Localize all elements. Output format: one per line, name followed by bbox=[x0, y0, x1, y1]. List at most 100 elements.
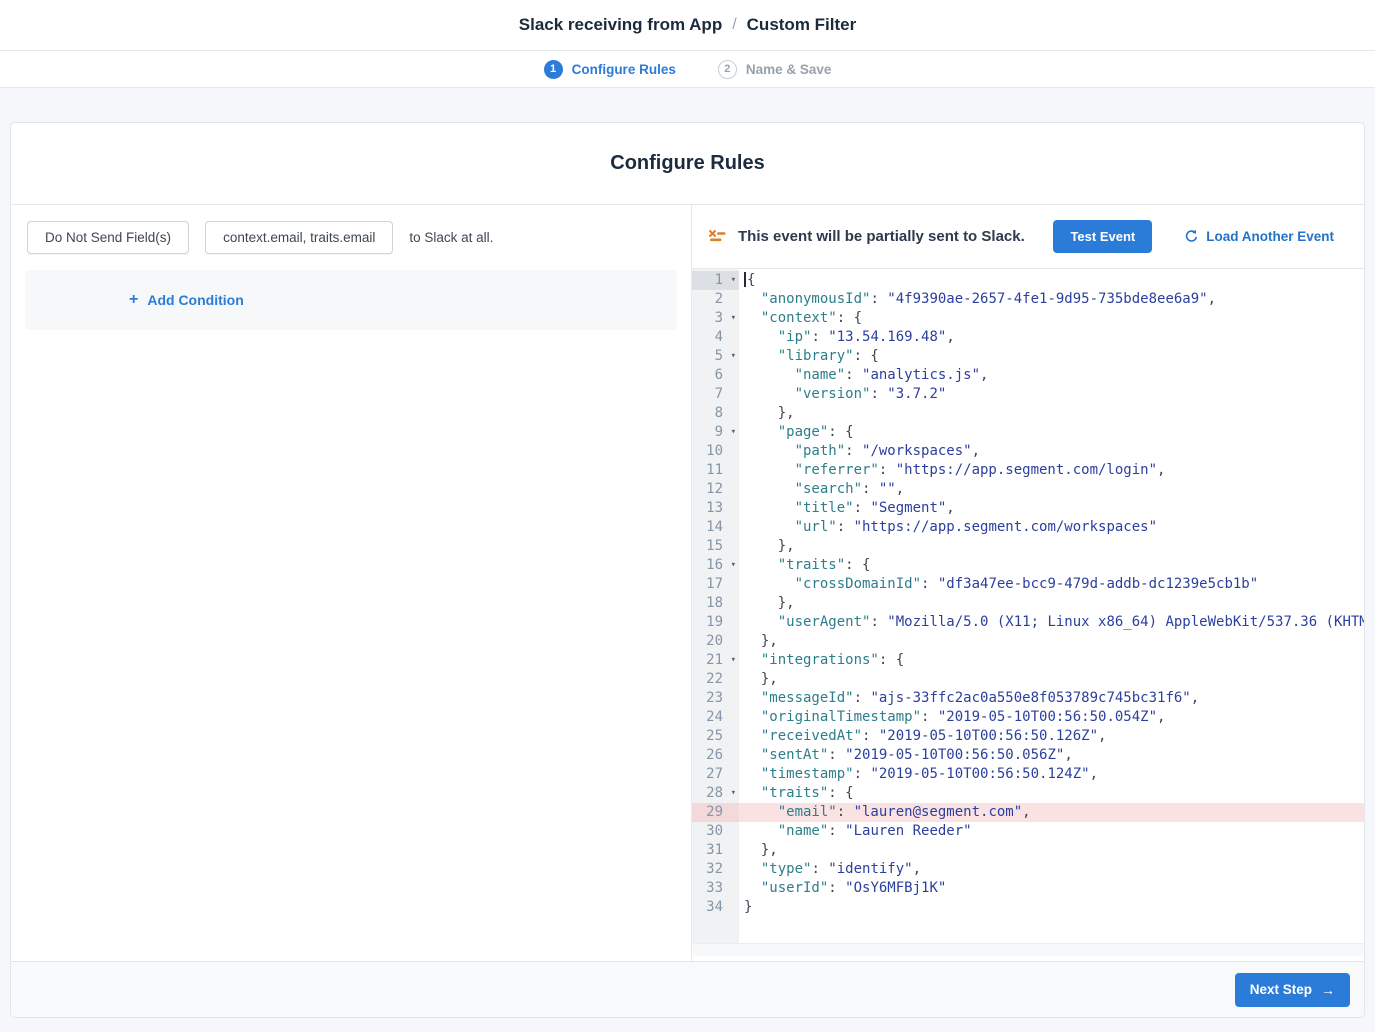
editor-line-24[interactable]: 24 "originalTimestamp": "2019-05-10T00:5… bbox=[692, 708, 1364, 727]
fold-arrow-icon[interactable]: ▾ bbox=[731, 423, 736, 442]
line-number: 23 bbox=[692, 689, 739, 708]
code-content: "type": "identify", bbox=[739, 860, 1364, 879]
code-content: "userAgent": "Mozilla/5.0 (X11; Linux x8… bbox=[739, 613, 1364, 632]
editor-line-31[interactable]: 31 }, bbox=[692, 841, 1364, 860]
code-content: "referrer": "https://app.segment.com/log… bbox=[739, 461, 1364, 480]
line-number: 15 bbox=[692, 537, 739, 556]
code-content: "userId": "OsY6MFBj1K" bbox=[739, 879, 1364, 898]
editor-line-11[interactable]: 11 "referrer": "https://app.segment.com/… bbox=[692, 461, 1364, 480]
line-number: 31 bbox=[692, 841, 739, 860]
fields-selector[interactable]: context.email, traits.email bbox=[205, 221, 393, 254]
editor-line-12[interactable]: 12 "search": "", bbox=[692, 480, 1364, 499]
line-number: 8 bbox=[692, 404, 739, 423]
next-step-button[interactable]: Next Step → bbox=[1235, 973, 1350, 1007]
editor-line-16[interactable]: 16▾ "traits": { bbox=[692, 556, 1364, 575]
editor-line-3[interactable]: 3▾ "context": { bbox=[692, 309, 1364, 328]
line-number: 19 bbox=[692, 613, 739, 632]
editor-line-33[interactable]: 33 "userId": "OsY6MFBj1K" bbox=[692, 879, 1364, 898]
rule-row: Do Not Send Field(s) context.email, trai… bbox=[27, 221, 675, 254]
json-editor[interactable]: 1▾{2 "anonymousId": "4f9390ae-2657-4fe1-… bbox=[692, 268, 1364, 943]
line-number: 4 bbox=[692, 328, 739, 347]
load-another-event-link[interactable]: Load Another Event bbox=[1184, 229, 1334, 244]
step-name-save[interactable]: 2 Name & Save bbox=[718, 60, 832, 79]
line-number: 30 bbox=[692, 822, 739, 841]
editor-line-29[interactable]: 29 "email": "lauren@segment.com", bbox=[692, 803, 1364, 822]
code-content: "ip": "13.54.169.48", bbox=[739, 328, 1364, 347]
code-content: "integrations": { bbox=[739, 651, 1364, 670]
add-condition-box: + Add Condition bbox=[25, 270, 677, 330]
line-number: 26 bbox=[692, 746, 739, 765]
editor-line-25[interactable]: 25 "receivedAt": "2019-05-10T00:56:50.12… bbox=[692, 727, 1364, 746]
rules-panel: Do Not Send Field(s) context.email, trai… bbox=[11, 205, 691, 961]
code-content: "name": "Lauren Reeder" bbox=[739, 822, 1364, 841]
line-number: 18 bbox=[692, 594, 739, 613]
code-content: "timestamp": "2019-05-10T00:56:50.124Z", bbox=[739, 765, 1364, 784]
editor-line-4[interactable]: 4 "ip": "13.54.169.48", bbox=[692, 328, 1364, 347]
fold-arrow-icon[interactable]: ▾ bbox=[731, 347, 736, 366]
event-status-message: This event will be partially sent to Sla… bbox=[738, 228, 1025, 245]
test-event-button[interactable]: Test Event bbox=[1053, 220, 1152, 253]
plus-icon: + bbox=[129, 292, 138, 308]
fold-arrow-icon[interactable]: ▾ bbox=[731, 309, 736, 328]
editor-line-26[interactable]: 26 "sentAt": "2019-05-10T00:56:50.056Z", bbox=[692, 746, 1364, 765]
code-content: "version": "3.7.2" bbox=[739, 385, 1364, 404]
editor-line-27[interactable]: 27 "timestamp": "2019-05-10T00:56:50.124… bbox=[692, 765, 1364, 784]
editor-line-1[interactable]: 1▾{ bbox=[692, 271, 1364, 290]
code-content: }, bbox=[739, 537, 1364, 556]
load-link-label: Load Another Event bbox=[1206, 229, 1334, 244]
card-footer: Next Step → bbox=[11, 961, 1364, 1017]
line-number: 10 bbox=[692, 442, 739, 461]
line-number: 5▾ bbox=[692, 347, 739, 366]
code-content: "url": "https://app.segment.com/workspac… bbox=[739, 518, 1364, 537]
editor-line-9[interactable]: 9▾ "page": { bbox=[692, 423, 1364, 442]
text-cursor bbox=[744, 272, 746, 287]
editor-line-10[interactable]: 10 "path": "/workspaces", bbox=[692, 442, 1364, 461]
editor-line-30[interactable]: 30 "name": "Lauren Reeder" bbox=[692, 822, 1364, 841]
code-content: "messageId": "ajs-33ffc2ac0a550e8f053789… bbox=[739, 689, 1364, 708]
editor-line-8[interactable]: 8 }, bbox=[692, 404, 1364, 423]
code-content: }, bbox=[739, 841, 1364, 860]
line-number: 34 bbox=[692, 898, 739, 917]
editor-line-14[interactable]: 14 "url": "https://app.segment.com/works… bbox=[692, 518, 1364, 537]
editor-line-15[interactable]: 15 }, bbox=[692, 537, 1364, 556]
line-number: 20 bbox=[692, 632, 739, 651]
editor-line-21[interactable]: 21▾ "integrations": { bbox=[692, 651, 1364, 670]
editor-line-20[interactable]: 20 }, bbox=[692, 632, 1364, 651]
code-content: "traits": { bbox=[739, 556, 1364, 575]
line-number: 33 bbox=[692, 879, 739, 898]
line-number: 21▾ bbox=[692, 651, 739, 670]
editor-scrollbar[interactable] bbox=[692, 943, 1364, 956]
editor-line-5[interactable]: 5▾ "library": { bbox=[692, 347, 1364, 366]
code-content: "library": { bbox=[739, 347, 1364, 366]
line-number: 13 bbox=[692, 499, 739, 518]
editor-line-22[interactable]: 22 }, bbox=[692, 670, 1364, 689]
fold-arrow-icon[interactable]: ▾ bbox=[731, 271, 736, 290]
editor-line-32[interactable]: 32 "type": "identify", bbox=[692, 860, 1364, 879]
editor-line-7[interactable]: 7 "version": "3.7.2" bbox=[692, 385, 1364, 404]
step-2-label: Name & Save bbox=[746, 62, 832, 77]
code-content: }, bbox=[739, 404, 1364, 423]
step-configure-rules[interactable]: 1 Configure Rules bbox=[544, 60, 676, 79]
refresh-icon bbox=[1184, 229, 1199, 244]
editor-line-18[interactable]: 18 }, bbox=[692, 594, 1364, 613]
editor-line-2[interactable]: 2 "anonymousId": "4f9390ae-2657-4fe1-9d9… bbox=[692, 290, 1364, 309]
editor-line-19[interactable]: 19 "userAgent": "Mozilla/5.0 (X11; Linux… bbox=[692, 613, 1364, 632]
editor-line-23[interactable]: 23 "messageId": "ajs-33ffc2ac0a550e8f053… bbox=[692, 689, 1364, 708]
app-root: Slack receiving from App / Custom Filter… bbox=[0, 0, 1375, 1032]
line-number: 9▾ bbox=[692, 423, 739, 442]
editor-line-6[interactable]: 6 "name": "analytics.js", bbox=[692, 366, 1364, 385]
fold-arrow-icon[interactable]: ▾ bbox=[731, 651, 736, 670]
editor-line-13[interactable]: 13 "title": "Segment", bbox=[692, 499, 1364, 518]
fold-arrow-icon[interactable]: ▾ bbox=[731, 784, 736, 803]
line-number: 16▾ bbox=[692, 556, 739, 575]
configure-rules-card: Configure Rules Do Not Send Field(s) con… bbox=[10, 122, 1365, 1018]
code-content: "email": "lauren@segment.com", bbox=[739, 803, 1364, 822]
code-content: "receivedAt": "2019-05-10T00:56:50.126Z"… bbox=[739, 727, 1364, 746]
editor-line-17[interactable]: 17 "crossDomainId": "df3a47ee-bcc9-479d-… bbox=[692, 575, 1364, 594]
add-condition-button[interactable]: + Add Condition bbox=[129, 292, 244, 308]
editor-line-28[interactable]: 28▾ "traits": { bbox=[692, 784, 1364, 803]
page-title: Configure Rules bbox=[610, 152, 764, 175]
filter-type-dropdown[interactable]: Do Not Send Field(s) bbox=[27, 221, 189, 254]
fold-arrow-icon[interactable]: ▾ bbox=[731, 556, 736, 575]
editor-line-34[interactable]: 34} bbox=[692, 898, 1364, 917]
